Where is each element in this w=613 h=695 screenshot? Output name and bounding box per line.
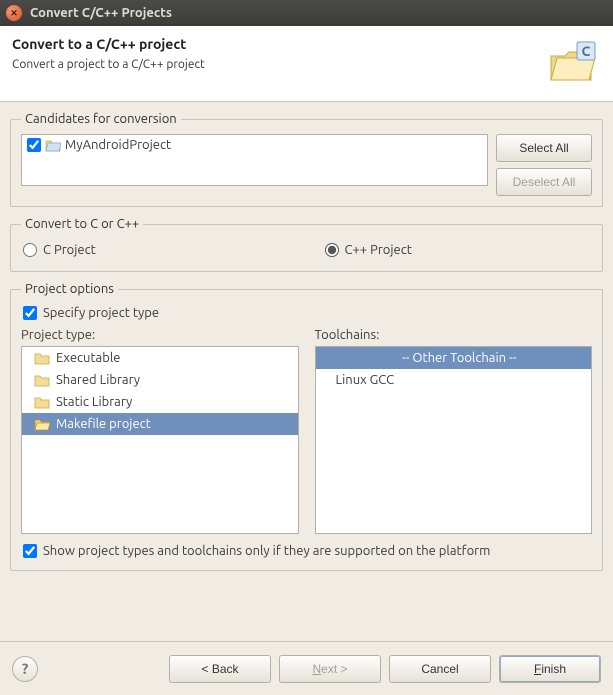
c-project-label: C Project	[43, 243, 96, 257]
list-item[interactable]: Shared Library	[22, 369, 298, 391]
select-all-button[interactable]: Select All	[496, 134, 592, 162]
next-button-label: N	[312, 662, 321, 676]
project-options-group: Project options Specify project type Pro…	[10, 282, 603, 571]
list-item[interactable]: Static Library	[22, 391, 298, 413]
platform-filter-checkbox[interactable]	[23, 544, 37, 558]
titlebar: ✕ Convert C/C++ Projects	[0, 0, 613, 26]
candidates-list[interactable]: MyAndroidProject	[21, 134, 488, 186]
folder-icon	[34, 351, 50, 365]
list-item-selected[interactable]: Makefile project	[22, 413, 298, 435]
toolchains-list[interactable]: -- Other Toolchain -- Linux GCC	[315, 346, 593, 534]
specify-project-type-checkbox[interactable]	[23, 306, 37, 320]
wizard-footer: ? < Back Next > Cancel Finish	[0, 641, 613, 695]
project-type-label: Project type:	[21, 328, 299, 342]
list-item-label: Static Library	[56, 395, 132, 409]
help-button[interactable]: ?	[12, 656, 38, 682]
wizard-header: Convert to a C/C++ project Convert a pro…	[0, 26, 613, 102]
next-button: Next >	[279, 655, 381, 683]
back-button[interactable]: < Back	[169, 655, 271, 683]
convert-type-legend: Convert to C or C++	[21, 217, 143, 231]
folder-c-icon: C	[547, 36, 597, 89]
project-folder-icon	[45, 138, 61, 152]
specify-project-type-check[interactable]: Specify project type	[21, 304, 592, 328]
convert-type-group: Convert to C or C++ C Project C++ Projec…	[10, 217, 603, 272]
folder-open-icon	[34, 417, 50, 431]
page-subtitle: Convert a project to a C/C++ project	[12, 58, 205, 71]
folder-icon	[34, 373, 50, 387]
c-project-radio-input[interactable]	[23, 243, 37, 257]
candidates-group: Candidates for conversion MyAndroidProje…	[10, 112, 603, 207]
toolchain-item-label: -- Other Toolchain --	[402, 351, 517, 365]
toolchain-item-label: Linux GCC	[336, 373, 395, 387]
window-title: Convert C/C++ Projects	[30, 6, 172, 20]
cancel-button[interactable]: Cancel	[389, 655, 491, 683]
back-button-label: < Back	[201, 662, 238, 676]
toolchain-item[interactable]: Linux GCC	[316, 369, 592, 391]
platform-filter-label: Show project types and toolchains only i…	[43, 544, 490, 558]
finish-button[interactable]: Finish	[499, 655, 601, 683]
c-project-radio[interactable]: C Project	[23, 243, 289, 257]
list-item-label: Shared Library	[56, 373, 140, 387]
list-item-label: Makefile project	[56, 417, 151, 431]
candidates-legend: Candidates for conversion	[21, 112, 181, 126]
folder-icon	[34, 395, 50, 409]
candidate-name: MyAndroidProject	[65, 138, 171, 152]
cpp-project-label: C++ Project	[345, 243, 412, 257]
finish-button-label: F	[534, 662, 541, 676]
project-options-legend: Project options	[21, 282, 118, 296]
project-type-list[interactable]: Executable Shared Library Static Library…	[21, 346, 299, 534]
candidate-checkbox[interactable]	[27, 138, 41, 152]
specify-project-type-label: Specify project type	[43, 306, 159, 320]
list-item-label: Executable	[56, 351, 120, 365]
toolchain-item-selected[interactable]: -- Other Toolchain --	[316, 347, 592, 369]
toolchains-label: Toolchains:	[315, 328, 593, 342]
cpp-project-radio[interactable]: C++ Project	[325, 243, 591, 257]
svg-text:C: C	[582, 43, 591, 59]
close-icon[interactable]: ✕	[6, 5, 22, 21]
candidate-item[interactable]: MyAndroidProject	[27, 138, 482, 152]
deselect-all-button: Deselect All	[496, 168, 592, 196]
page-title: Convert to a C/C++ project	[12, 36, 205, 52]
platform-filter-check[interactable]: Show project types and toolchains only i…	[21, 534, 592, 560]
list-item[interactable]: Executable	[22, 347, 298, 369]
cpp-project-radio-input[interactable]	[325, 243, 339, 257]
